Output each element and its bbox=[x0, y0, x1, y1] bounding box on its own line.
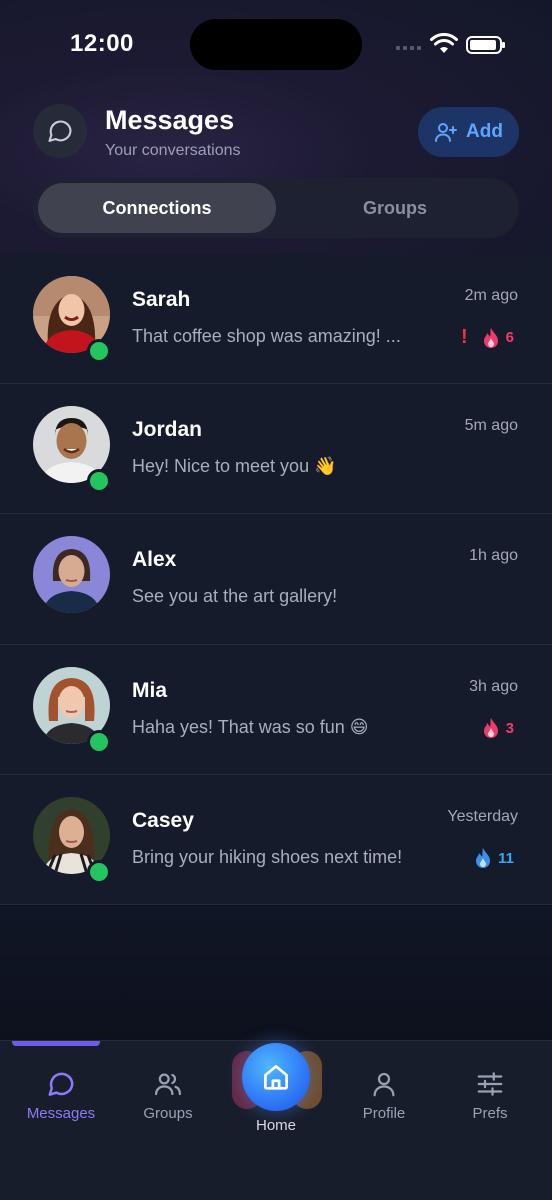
message-preview: See you at the art gallery! bbox=[132, 586, 338, 606]
message-preview: Hey! Nice to meet you 👋 bbox=[132, 456, 337, 476]
nav-label: Groups bbox=[143, 1105, 193, 1122]
page-header: Messages Your conversations Add bbox=[0, 100, 552, 170]
home-button[interactable] bbox=[242, 1043, 310, 1111]
add-connection-button[interactable]: Add bbox=[418, 107, 519, 157]
conversation-list: Sarah That coffee shop was amazing! ... … bbox=[0, 254, 552, 905]
sliders-icon bbox=[477, 1072, 503, 1096]
conversation-type-tabs: Connections Groups bbox=[33, 178, 519, 238]
conversation-row-mia[interactable]: Mia Haha yes! That was so fun 😄 3h ago 3 bbox=[0, 645, 552, 775]
unread-alert-icon: ! bbox=[460, 326, 468, 348]
online-status-dot bbox=[87, 469, 111, 493]
contact-name: Alex bbox=[132, 548, 177, 571]
nav-home[interactable]: Home bbox=[230, 1041, 322, 1151]
conversation-row-casey[interactable]: Casey Bring your hiking shoes next time!… bbox=[0, 775, 552, 905]
conversation-row-alex[interactable]: Alex See you at the art gallery! 1h ago bbox=[0, 514, 552, 645]
conversation-row-sarah[interactable]: Sarah That coffee shop was amazing! ... … bbox=[0, 254, 552, 384]
battery-icon bbox=[466, 36, 505, 54]
nav-label: Profile bbox=[362, 1105, 406, 1122]
conversation-meta: ! 6 bbox=[461, 326, 514, 349]
conversation-row-jordan[interactable]: Jordan Hey! Nice to meet you 👋 5m ago bbox=[0, 384, 552, 514]
message-timestamp: 2m ago bbox=[464, 287, 518, 304]
streak-fire-icon bbox=[476, 848, 491, 868]
tab-groups[interactable]: Groups bbox=[276, 183, 514, 233]
page-subtitle: Your conversations bbox=[105, 142, 241, 159]
page-title: Messages bbox=[105, 105, 235, 135]
online-status-dot bbox=[87, 860, 111, 884]
contact-name: Sarah bbox=[132, 288, 191, 311]
message-preview: Haha yes! That was so fun 😄 bbox=[132, 717, 369, 737]
nav-label: Messages bbox=[26, 1105, 96, 1122]
streak-count: 11 bbox=[498, 849, 514, 867]
bottom-navigation: Messages Groups Home Profile Prefs bbox=[0, 1040, 552, 1200]
add-user-icon bbox=[435, 123, 458, 142]
active-tab-indicator bbox=[12, 1041, 100, 1046]
contact-name: Mia bbox=[132, 679, 168, 702]
list-empty-area bbox=[0, 906, 552, 1040]
chat-bubble-icon bbox=[33, 104, 87, 158]
nav-profile[interactable]: Profile bbox=[339, 1069, 429, 1122]
nav-messages[interactable]: Messages bbox=[16, 1069, 106, 1122]
conversation-meta: 11 bbox=[474, 847, 514, 869]
home-icon bbox=[264, 1065, 288, 1090]
message-timestamp: 3h ago bbox=[469, 678, 518, 695]
nav-groups[interactable]: Groups bbox=[123, 1069, 213, 1122]
message-timestamp: 1h ago bbox=[469, 547, 518, 564]
nav-prefs[interactable]: Prefs bbox=[445, 1069, 535, 1122]
tab-connections[interactable]: Connections bbox=[38, 183, 276, 233]
contact-name: Jordan bbox=[132, 418, 203, 441]
streak-fire-icon bbox=[483, 327, 498, 348]
online-status-dot bbox=[87, 339, 111, 363]
streak-fire-icon bbox=[483, 718, 498, 738]
nav-label: Home bbox=[255, 1117, 296, 1134]
add-button-label: Add bbox=[466, 121, 503, 142]
users-icon bbox=[155, 1073, 181, 1096]
message-preview: That coffee shop was amazing! ... bbox=[132, 326, 401, 346]
avatar bbox=[33, 536, 110, 613]
message-timestamp: 5m ago bbox=[464, 417, 518, 434]
chat-bubble-icon bbox=[48, 1072, 74, 1096]
online-status-dot bbox=[87, 730, 111, 754]
status-bar: 12:00 bbox=[0, 0, 552, 90]
dynamic-island bbox=[190, 19, 362, 70]
contact-name: Casey bbox=[132, 809, 194, 832]
nav-label: Prefs bbox=[472, 1105, 508, 1122]
message-preview: Bring your hiking shoes next time! bbox=[132, 847, 403, 867]
wifi-icon bbox=[430, 33, 458, 53]
status-time: 12:00 bbox=[70, 30, 134, 57]
message-timestamp: Yesterday bbox=[447, 808, 518, 825]
streak-count: 6 bbox=[505, 329, 514, 346]
conversation-meta: 3 bbox=[482, 717, 514, 739]
user-icon bbox=[373, 1072, 395, 1097]
streak-count: 3 bbox=[505, 719, 514, 737]
signal-icon bbox=[396, 46, 421, 50]
